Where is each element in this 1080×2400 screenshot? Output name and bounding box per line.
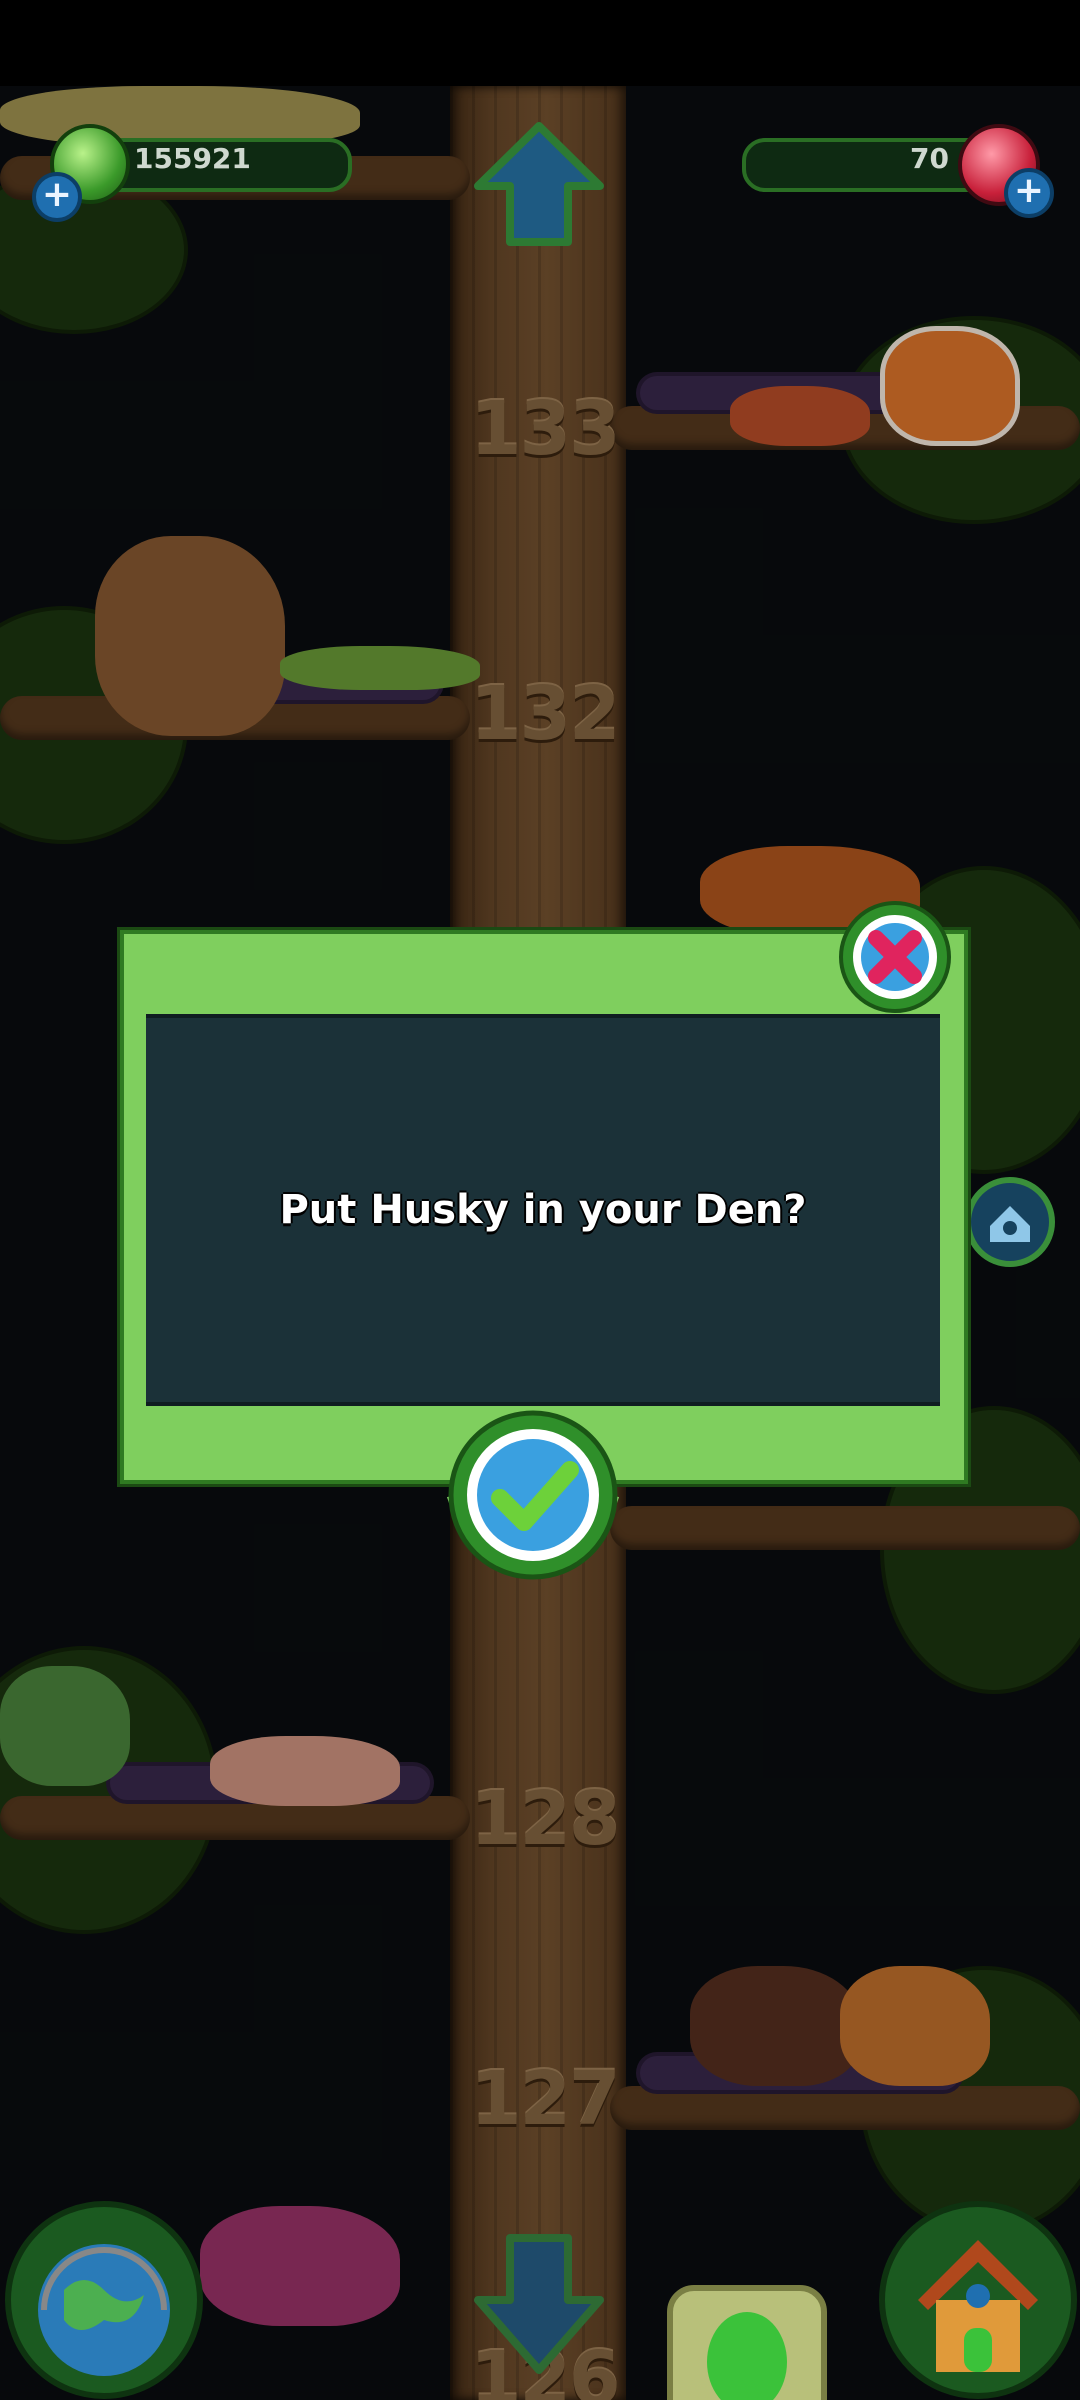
globe-button[interactable] [4, 2200, 204, 2400]
status-bar [0, 0, 1080, 86]
gem-shop-button[interactable] [664, 2282, 830, 2400]
up-arrow-icon[interactable] [470, 120, 608, 250]
crystals-value: 70 [910, 142, 949, 175]
house-button[interactable] [878, 2200, 1078, 2400]
den-icon[interactable] [964, 1176, 1056, 1268]
close-button[interactable] [836, 898, 954, 1016]
gems-value: 155921 [134, 142, 251, 175]
dialog-panel: Put Husky in your Den? [146, 1014, 940, 1406]
dialog-message: Put Husky in your Den? [279, 1187, 807, 1233]
down-arrow-icon[interactable] [470, 2230, 608, 2380]
crystals-counter [742, 138, 990, 192]
plus-icon[interactable]: + [32, 172, 82, 222]
plus-icon[interactable]: + [1004, 168, 1054, 218]
confirm-button[interactable] [438, 1400, 628, 1590]
globe-icon [38, 2244, 170, 2376]
